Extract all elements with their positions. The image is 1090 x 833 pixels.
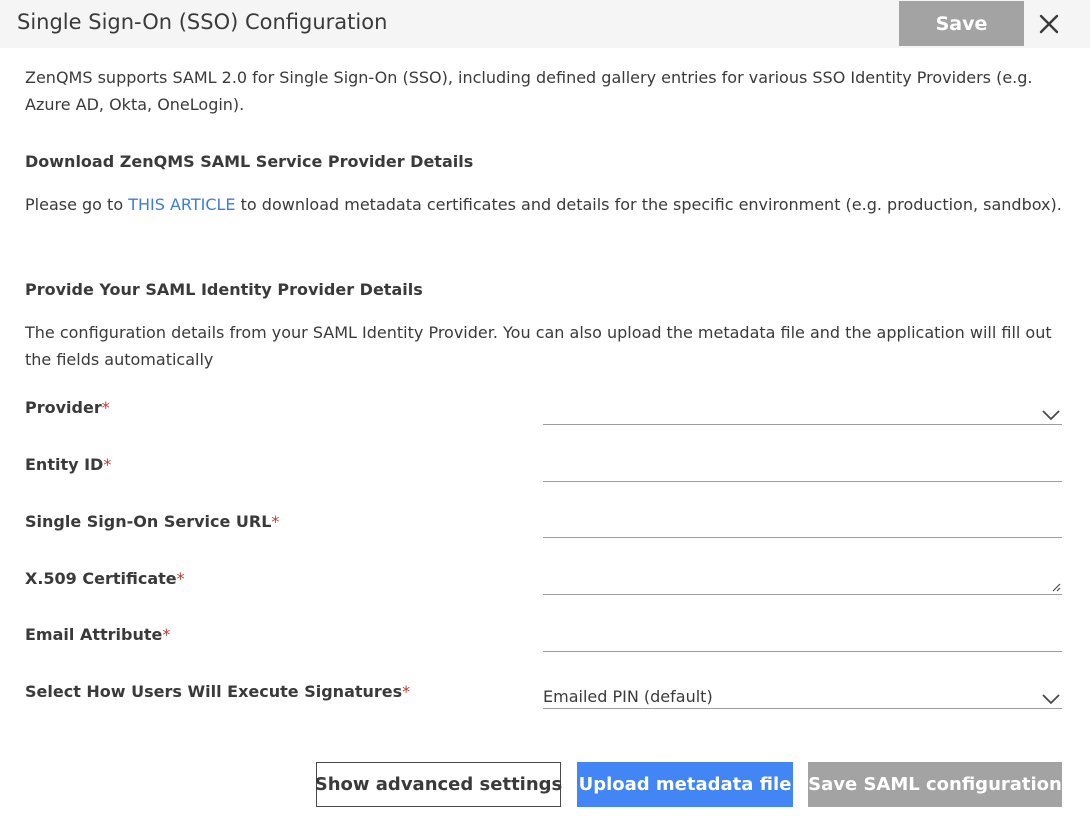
chevron-down-icon bbox=[1042, 410, 1060, 421]
required-marker: * bbox=[101, 398, 110, 417]
email-attribute-input[interactable] bbox=[543, 621, 1062, 652]
provide-section-text: The configuration details from your SAML… bbox=[25, 323, 1052, 369]
download-text-before: Please go to bbox=[25, 195, 129, 214]
required-marker: * bbox=[402, 682, 411, 701]
download-section-text: Please go to THIS ARTICLE to download me… bbox=[25, 191, 1070, 218]
certificate-label: X.509 Certificate* bbox=[25, 569, 185, 588]
signatures-select[interactable]: Emailed PIN (default) bbox=[543, 678, 1062, 709]
required-marker: * bbox=[271, 512, 280, 531]
required-marker: * bbox=[103, 455, 112, 474]
save-saml-configuration-button[interactable]: Save SAML configuration bbox=[808, 762, 1062, 807]
save-button[interactable]: Save bbox=[899, 1, 1024, 46]
download-section-title: Download ZenQMS SAML Service Provider De… bbox=[25, 152, 474, 171]
provide-section-title: Provide Your SAML Identity Provider Deta… bbox=[25, 280, 423, 299]
resize-handle-icon[interactable] bbox=[1051, 582, 1061, 592]
dialog-title: Single Sign-On (SSO) Configuration bbox=[17, 10, 388, 34]
this-article-link[interactable]: THIS ARTICLE bbox=[128, 195, 235, 214]
sso-url-input[interactable] bbox=[543, 507, 1062, 538]
entity-id-label: Entity ID* bbox=[25, 455, 111, 474]
required-marker: * bbox=[162, 625, 171, 644]
close-icon bbox=[1039, 14, 1059, 34]
email-attribute-label: Email Attribute* bbox=[25, 625, 170, 644]
signatures-label: Select How Users Will Execute Signatures… bbox=[25, 682, 410, 701]
provider-label: Provider* bbox=[25, 398, 110, 417]
entity-id-label-text: Entity ID bbox=[25, 455, 104, 474]
signatures-value: Emailed PIN (default) bbox=[543, 687, 713, 706]
dialog-header: Single Sign-On (SSO) Configuration Save bbox=[0, 0, 1090, 48]
intro-text: ZenQMS supports SAML 2.0 for Single Sign… bbox=[25, 68, 1033, 114]
sso-url-label-text: Single Sign-On Service URL bbox=[25, 512, 272, 531]
sso-url-label: Single Sign-On Service URL* bbox=[25, 512, 279, 531]
show-advanced-settings-button[interactable]: Show advanced settings bbox=[315, 762, 562, 807]
certificate-label-text: X.509 Certificate bbox=[25, 569, 177, 588]
signatures-label-text: Select How Users Will Execute Signatures bbox=[25, 682, 403, 701]
upload-metadata-file-button[interactable]: Upload metadata file bbox=[577, 762, 793, 807]
provider-select[interactable] bbox=[543, 394, 1062, 425]
required-marker: * bbox=[176, 569, 185, 588]
provider-label-text: Provider bbox=[25, 398, 102, 417]
certificate-textarea[interactable] bbox=[543, 564, 1062, 595]
chevron-down-icon bbox=[1042, 694, 1060, 705]
close-button[interactable] bbox=[1034, 9, 1064, 39]
entity-id-input[interactable] bbox=[543, 451, 1062, 482]
email-attribute-label-text: Email Attribute bbox=[25, 625, 163, 644]
download-text-after: to download metadata certificates and de… bbox=[235, 195, 1062, 214]
